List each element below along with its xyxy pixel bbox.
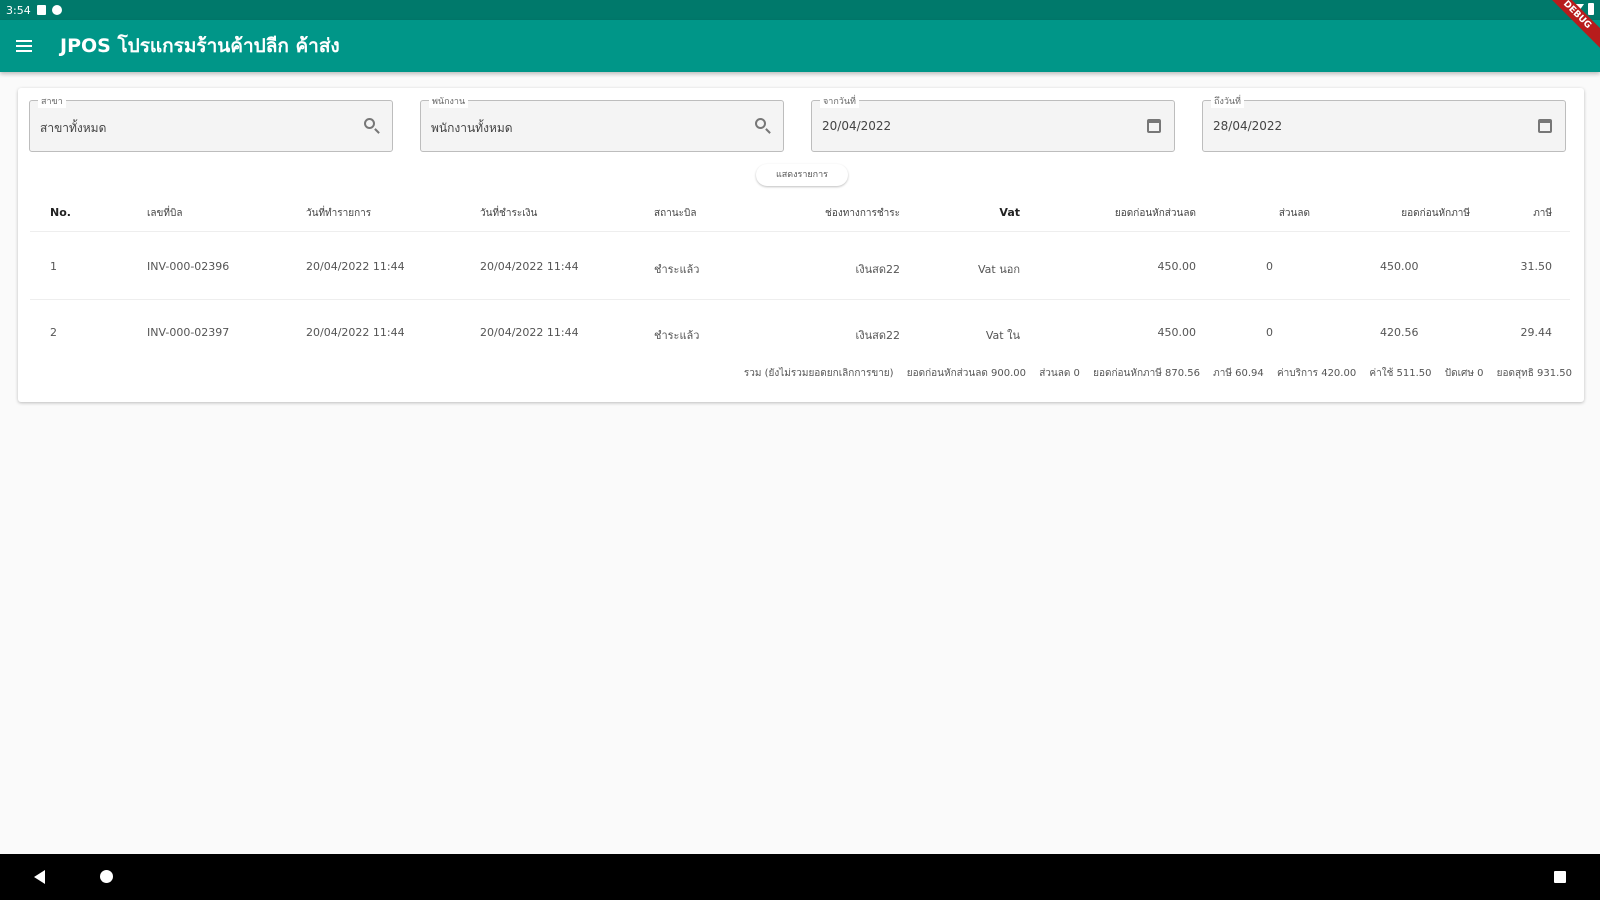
- row-no: 2: [50, 326, 57, 339]
- battery-icon: [1588, 3, 1594, 15]
- status-bar: 3:54: [0, 0, 1600, 20]
- from-date-value: 20/04/2022: [822, 119, 892, 133]
- sd-card-icon: [36, 5, 46, 15]
- row-tax: 31.50: [1520, 260, 1553, 273]
- header-transaction-date: วันที่ทำรายการ: [306, 208, 372, 219]
- app-bar: JPOS โปรแกรมร้านค้าปลีก ค้าส่ง: [0, 20, 1600, 72]
- branch-filter-label: สาขา: [38, 94, 66, 108]
- header-payment-channel: ช่องทางการชำระ: [825, 208, 900, 219]
- search-icon[interactable]: [364, 118, 380, 134]
- from-date-label: จากวันที่: [820, 94, 859, 108]
- to-date-field[interactable]: ถึงวันที่ 28/04/2022: [1202, 94, 1566, 152]
- row-tax: 29.44: [1520, 326, 1553, 339]
- row-pre-discount: 450.00: [1157, 260, 1197, 273]
- sync-icon: [51, 5, 62, 15]
- report-card: สาขา สาขาทั้งหมด พนักงาน พนักงานทั้งหมด …: [18, 88, 1584, 402]
- branch-filter-value: สาขาทั้งหมด: [40, 121, 107, 135]
- employee-filter-value: พนักงานทั้งหมด: [431, 121, 513, 135]
- show-report-button[interactable]: แสดงรายการ: [756, 164, 848, 186]
- navigation-bar: [0, 854, 1600, 900]
- table-header: No. เลขที่บิล วันที่ทำรายการ วันที่ชำระเ…: [30, 192, 1570, 232]
- row-bill-no: INV-000-02396: [147, 260, 230, 273]
- header-bill-no: เลขที่บิล: [147, 208, 183, 219]
- summary-pre-tax: ยอดก่อนหักภาษี 870.56: [1093, 368, 1200, 379]
- row-payment-date: 20/04/2022 11:44: [480, 326, 579, 339]
- row-transaction-date: 20/04/2022 11:44: [306, 260, 405, 273]
- row-payment-channel: เงินสด22: [855, 263, 900, 276]
- home-icon[interactable]: [100, 870, 113, 883]
- row-pre-tax: 420.56: [1380, 326, 1419, 339]
- calendar-icon[interactable]: [1146, 118, 1162, 134]
- status-time: 3:54: [6, 3, 31, 17]
- summary-note: รวม (ยังไม่รวมยอดยกเลิกการขาย): [743, 368, 894, 379]
- summary-net-total: ยอดสุทธิ 931.50: [1496, 368, 1572, 379]
- app-title: JPOS โปรแกรมร้านค้าปลีก ค้าส่ง: [60, 35, 340, 57]
- row-transaction-date: 20/04/2022 11:44: [306, 326, 405, 339]
- row-no: 1: [50, 260, 57, 273]
- to-date-value: 28/04/2022: [1213, 119, 1283, 133]
- back-icon[interactable]: [34, 870, 45, 884]
- row-discount: 0: [1266, 260, 1273, 273]
- recent-apps-icon[interactable]: [1554, 871, 1566, 883]
- header-no: No.: [50, 206, 71, 219]
- branch-filter[interactable]: สาขา สาขาทั้งหมด: [29, 94, 393, 152]
- employee-filter[interactable]: พนักงาน พนักงานทั้งหมด: [420, 94, 784, 152]
- header-pre-tax: ยอดก่อนหักภาษี: [1401, 208, 1470, 219]
- header-discount: ส่วนลด: [1278, 208, 1310, 219]
- summary-footer: รวม (ยังไม่รวมยอดยกเลิกการขาย) ยอดก่อนหั…: [734, 366, 1572, 381]
- row-pre-tax: 450.00: [1380, 260, 1419, 273]
- from-date-field[interactable]: จากวันที่ 20/04/2022: [811, 94, 1175, 152]
- search-icon[interactable]: [755, 118, 771, 134]
- header-tax: ภาษี: [1533, 208, 1552, 219]
- summary-tax: ภาษี 60.94: [1213, 368, 1264, 379]
- menu-icon[interactable]: [0, 20, 48, 72]
- to-date-label: ถึงวันที่: [1211, 94, 1244, 108]
- row-vat: Vat ใน: [985, 329, 1020, 342]
- calendar-icon[interactable]: [1537, 118, 1553, 134]
- header-bill-status: สถานะบิล: [654, 208, 697, 219]
- row-payment-date: 20/04/2022 11:44: [480, 260, 579, 273]
- table-row[interactable]: 1 INV-000-02396 20/04/2022 11:44 20/04/2…: [30, 234, 1570, 300]
- summary-rounding: ปัดเศษ 0: [1444, 368, 1484, 379]
- employee-filter-label: พนักงาน: [429, 94, 469, 108]
- header-vat: Vat: [999, 206, 1020, 219]
- header-pre-discount: ยอดก่อนหักส่วนลด: [1114, 208, 1196, 219]
- row-vat: Vat นอก: [977, 263, 1020, 276]
- row-discount: 0: [1266, 326, 1273, 339]
- table-row[interactable]: 2 INV-000-02397 20/04/2022 11:44 20/04/2…: [30, 300, 1570, 366]
- summary-service: ค่าบริการ 420.00: [1276, 368, 1357, 379]
- row-bill-no: INV-000-02397: [147, 326, 230, 339]
- summary-pre-discount: ยอดก่อนหักส่วนลด 900.00: [906, 368, 1027, 379]
- header-payment-date: วันที่ชำระเงิน: [480, 208, 538, 219]
- row-bill-status: ชำระแล้ว: [654, 329, 700, 342]
- row-payment-channel: เงินสด22: [855, 329, 900, 342]
- row-pre-discount: 450.00: [1157, 326, 1197, 339]
- row-bill-status: ชำระแล้ว: [654, 263, 700, 276]
- summary-discount: ส่วนลด 0: [1039, 368, 1080, 379]
- summary-charge: ค่าใช้ 511.50: [1369, 368, 1432, 379]
